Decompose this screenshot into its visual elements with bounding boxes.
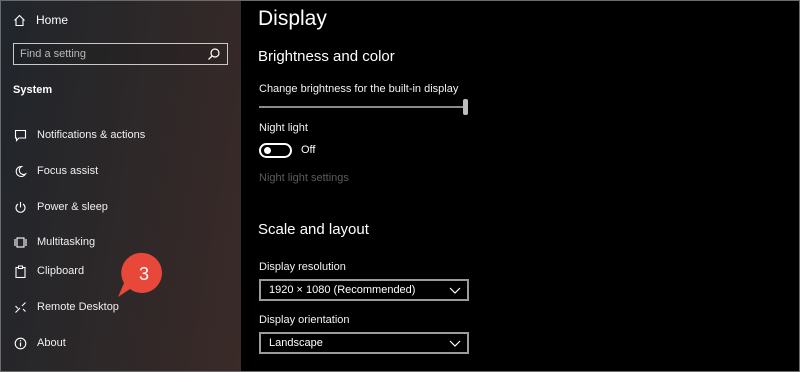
chevron-down-icon bbox=[449, 287, 461, 294]
night-light-state: Off bbox=[301, 144, 316, 156]
remote-desktop-icon bbox=[13, 300, 27, 314]
night-light-toggle[interactable] bbox=[259, 143, 292, 158]
sidebar-item-label: Multitasking bbox=[37, 236, 96, 248]
home-label: Home bbox=[36, 13, 69, 27]
callout-number: 3 bbox=[139, 264, 149, 284]
brightness-slider-thumb[interactable] bbox=[463, 99, 468, 115]
sidebar-item-remote-desktop[interactable]: Remote Desktop bbox=[13, 298, 119, 316]
toggle-knob bbox=[264, 147, 271, 154]
settings-sidebar: Home System Notifications & actions Focu… bbox=[1, 1, 241, 371]
night-light-label: Night light bbox=[259, 122, 308, 134]
resolution-label: Display resolution bbox=[259, 261, 346, 273]
display-settings-pane: Display Brightness and color Change brig… bbox=[241, 1, 799, 371]
search-input[interactable] bbox=[20, 48, 207, 60]
resolution-value: 1920 × 1080 (Recommended) bbox=[269, 284, 416, 296]
sidebar-item-label: Focus assist bbox=[37, 165, 99, 177]
sidebar-item-label: Remote Desktop bbox=[37, 301, 119, 313]
night-light-settings-link[interactable]: Night light settings bbox=[259, 172, 349, 184]
orientation-label: Display orientation bbox=[259, 314, 350, 326]
power-icon bbox=[13, 200, 27, 214]
sidebar-item-label: About bbox=[37, 337, 66, 349]
sidebar-item-about[interactable]: About bbox=[13, 334, 66, 352]
sidebar-item-focus-assist[interactable]: Focus assist bbox=[13, 162, 98, 180]
scale-layout-heading: Scale and layout bbox=[258, 221, 369, 238]
brightness-slider-track[interactable] bbox=[259, 106, 464, 108]
resolution-dropdown[interactable]: 1920 × 1080 (Recommended) bbox=[259, 279, 469, 301]
home-nav-item[interactable]: Home bbox=[13, 11, 68, 29]
orientation-dropdown[interactable]: Landscape bbox=[259, 332, 469, 354]
sidebar-item-notifications[interactable]: Notifications & actions bbox=[13, 126, 145, 144]
clipboard-icon bbox=[13, 264, 27, 278]
search-box[interactable] bbox=[13, 43, 228, 65]
info-icon bbox=[13, 336, 27, 350]
multitasking-icon bbox=[13, 235, 27, 249]
sidebar-item-multitasking[interactable]: Multitasking bbox=[13, 233, 95, 251]
search-icon[interactable] bbox=[207, 47, 221, 61]
brightness-label: Change brightness for the built-in displ… bbox=[259, 83, 459, 95]
sidebar-item-label: Power & sleep bbox=[37, 201, 108, 213]
page-title: Display bbox=[258, 7, 327, 30]
moon-icon bbox=[13, 164, 27, 178]
step-callout-marker: 3 bbox=[118, 252, 162, 297]
sidebar-item-clipboard[interactable]: Clipboard bbox=[13, 262, 84, 280]
chevron-down-icon bbox=[449, 340, 461, 347]
system-section-label: System bbox=[13, 84, 53, 96]
orientation-value: Landscape bbox=[269, 337, 323, 349]
sidebar-item-power-sleep[interactable]: Power & sleep bbox=[13, 198, 108, 216]
sidebar-item-label: Clipboard bbox=[37, 265, 85, 277]
sidebar-item-label: Notifications & actions bbox=[37, 129, 146, 141]
home-icon bbox=[14, 14, 25, 26]
brightness-heading: Brightness and color bbox=[258, 48, 395, 65]
notifications-icon bbox=[13, 128, 27, 142]
